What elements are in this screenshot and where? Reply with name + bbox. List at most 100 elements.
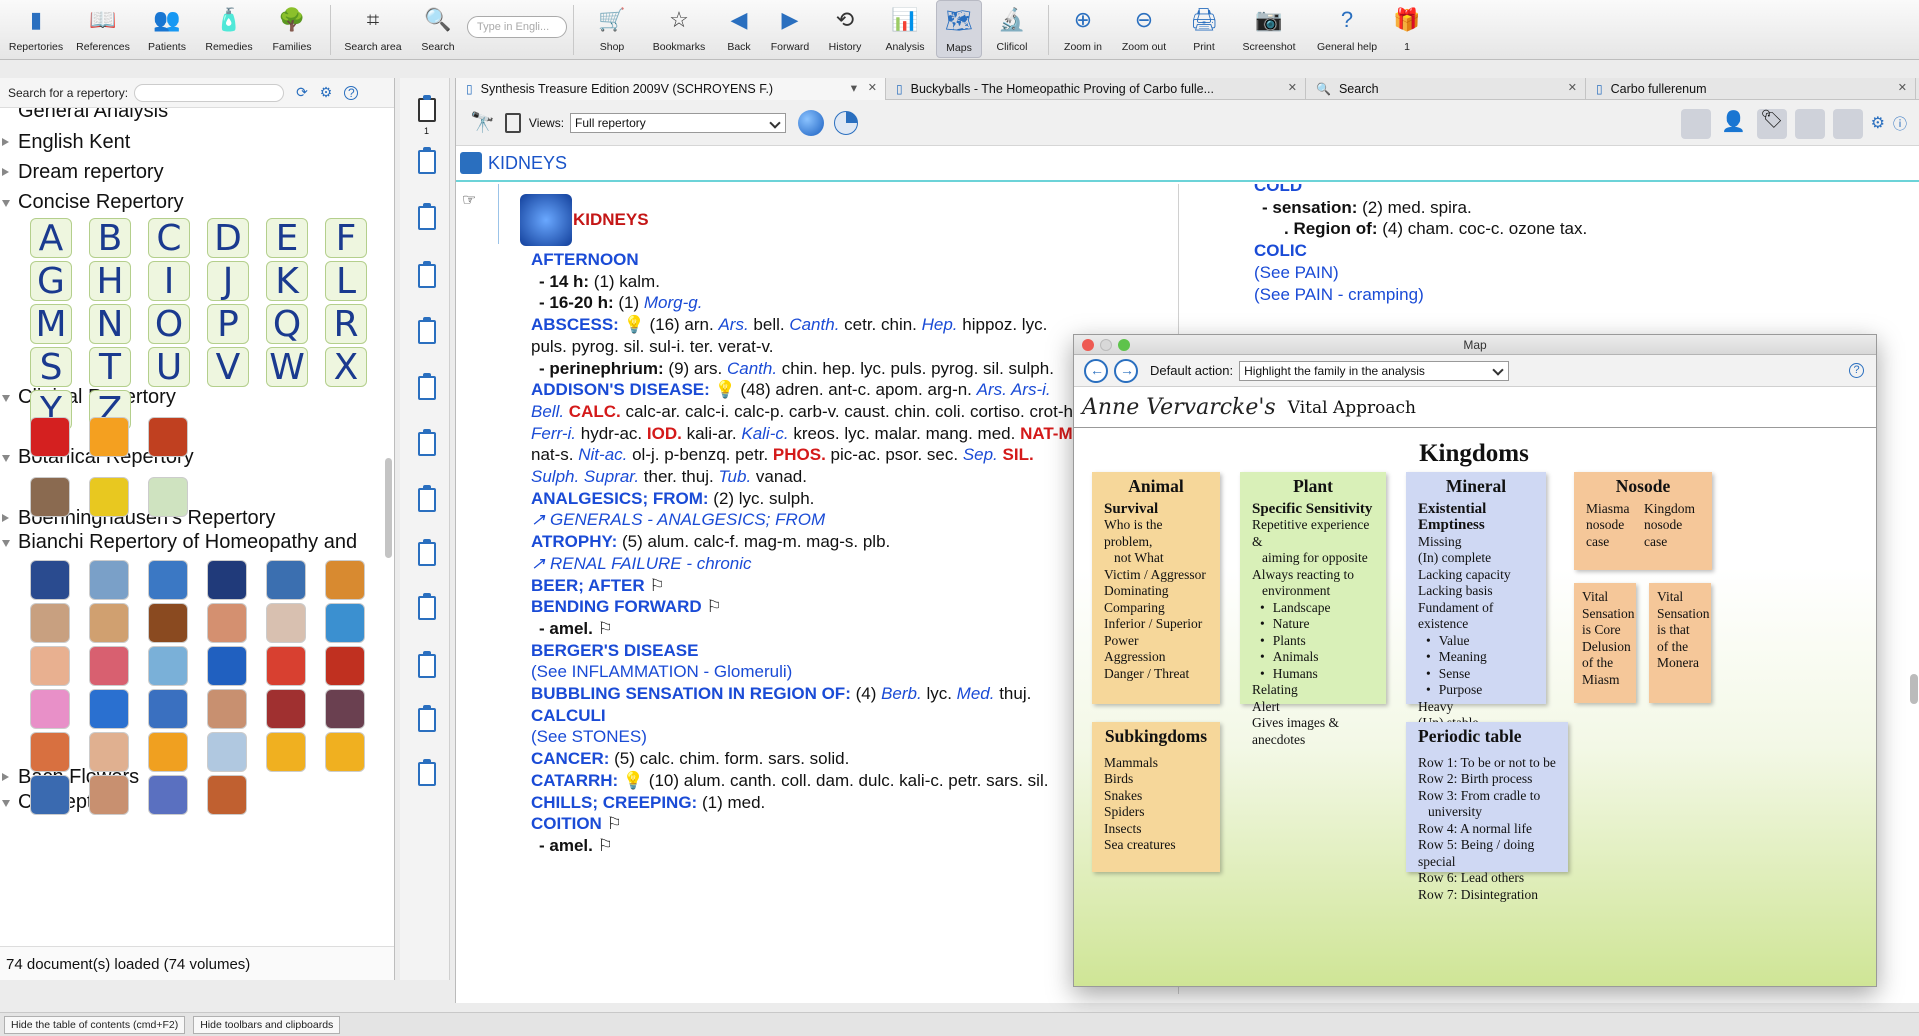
tree-node-general-analysis[interactable]: General Analysis [18,108,168,123]
letter-i-button[interactable]: I [148,261,190,302]
letter-u-button[interactable]: U [148,347,190,388]
digestive-icon[interactable] [266,689,306,729]
letter-r-button[interactable]: R [325,304,367,345]
rubric-line[interactable]: (See PAIN - cramping) [1254,285,1424,305]
collapsed-triangle-icon[interactable] [2,773,9,781]
skin-icon[interactable] [89,603,129,643]
clipboard-icon[interactable] [418,373,436,400]
body-icon[interactable] [207,646,247,686]
rubric-line[interactable]: ADDISON'S DISEASE: 💡 (48) adren. ant-c. … [531,380,1051,400]
general-help-button[interactable]: ? General help [1307,0,1387,58]
hide-toc-button[interactable]: Hide the table of contents (cmd+F2) [4,1015,186,1034]
rubric-line[interactable]: ATROPHY: (5) alum. calc-f. mag-m. mag-s.… [531,532,890,552]
document-scrollbar[interactable] [1910,674,1918,704]
bird-icon[interactable] [325,689,365,729]
rubric-line[interactable]: BUBBLING SENSATION IN REGION OF: (4) Ber… [531,684,1031,704]
clipboard-icon[interactable] [418,759,436,786]
lungs-icon[interactable] [148,646,188,686]
letter-j-button[interactable]: J [207,261,249,302]
rubric-line[interactable]: CHILLS; CREEPING: (1) med. [531,793,765,813]
male-symbol-icon[interactable] [266,732,306,772]
expanded-triangle-icon[interactable] [2,540,10,547]
letter-a-button[interactable]: A [30,218,72,259]
rubric-line[interactable]: ↗ GENERALS - ANALGESICS; FROM [531,510,825,530]
views-dropdown[interactable]: Full repertory [570,112,787,133]
letter-f-button[interactable]: F [325,218,367,259]
tab-3[interactable]: 🔍 Search ✕ [1306,78,1586,100]
search-area-button[interactable]: ⌗ Search area [337,0,409,58]
plant-card[interactable]: Plant Specific Sensitivity Repetitive ex… [1240,472,1386,747]
person-icon[interactable]: 👤 [1719,109,1749,139]
expanded-triangle-icon[interactable] [2,800,10,807]
help-icon[interactable]: ? [344,85,359,100]
neuron-icon[interactable] [207,560,247,600]
globe-icon[interactable] [798,109,825,136]
animal-card[interactable]: Animal Survival Who is the problem, not W… [1092,472,1220,704]
bookmarks-button[interactable]: ☆ Bookmarks [644,0,714,58]
tree-node-english-kent[interactable]: English Kent [2,131,130,154]
clipboard-icon[interactable] [418,95,436,122]
maps-button[interactable]: 🗺 Maps [936,0,982,58]
toolbar-search-field[interactable]: Type in Engli... [467,16,567,38]
rubric-line[interactable]: BERGER'S DISEASE [531,641,698,661]
flower-icon[interactable] [89,477,129,517]
rubric-line[interactable]: - perinephrium: (9) ars. Canth. chin. he… [539,359,1054,379]
clipboard-icon[interactable] [418,317,436,344]
left-scrollbar[interactable] [385,458,392,558]
joint-icon[interactable] [30,775,70,815]
rubric-line[interactable]: Sulph. Suprar. ther. thuj. Tub. vanad. [531,467,807,487]
gear-icon[interactable]: ⚙ [1871,109,1885,139]
collapsed-triangle-icon[interactable] [2,514,9,522]
rubric-line[interactable]: (See PAIN) [1254,263,1339,283]
rubric-line[interactable]: nat-s. Nit-ac. ol-j. p-benzq. petr. PHOS… [531,445,1034,465]
zoom-button[interactable] [1118,339,1130,351]
letter-k-button[interactable]: K [266,261,308,302]
collapsed-triangle-icon[interactable] [2,138,9,146]
rubric-line[interactable]: Bell. CALC. calc-ar. calc-i. calc-p. car… [531,402,1078,422]
puzzle-icon[interactable] [30,417,70,457]
tab-1[interactable]: ▯ Synthesis Treasure Edition 2009V (SCHRO… [456,78,886,100]
families-button[interactable]: 🌳 Families [260,0,324,58]
person-icon[interactable] [207,775,247,815]
clipboard-icon[interactable] [418,593,436,620]
rubric-line[interactable]: - sensation: (2) med. spira. [1262,198,1472,218]
page-view-icon[interactable] [1832,109,1863,139]
blood-icon[interactable] [325,646,365,686]
tag-icon[interactable]: 🏷 [1756,109,1787,139]
magnifier-icon[interactable] [148,477,188,517]
close-button[interactable] [1082,339,1094,351]
clipboard-icon[interactable] [418,651,436,678]
screenshot-button[interactable]: 📷 Screenshot [1231,0,1307,58]
torso-icon[interactable] [148,689,188,729]
close-tab-icon[interactable]: ✕ [1288,81,1297,94]
rubric-line[interactable]: - 14 h: (1) kalm. [539,272,660,292]
letter-e-button[interactable]: E [266,218,308,259]
chevron-down-icon[interactable]: ▾ [851,80,857,95]
letter-s-button[interactable]: S [30,347,72,388]
pie-icon[interactable] [834,110,859,135]
nose-icon[interactable] [30,646,70,686]
zoom-out-button[interactable]: ⊖ Zoom out [1111,0,1177,58]
help-icon[interactable]: ⓘ [1893,109,1907,139]
rubric-line[interactable]: puls. pyrog. sil. sul-i. ter. verat-v. [531,337,773,357]
remedies-button[interactable]: 🧴 Remedies [198,0,260,58]
letter-c-button[interactable]: C [148,218,190,259]
intestine-icon[interactable] [30,732,70,772]
forward-button[interactable]: ▶ Forward [764,0,816,58]
letter-t-button[interactable]: T [89,347,131,388]
food-icon[interactable] [148,732,188,772]
rubric-line[interactable]: COLIC [1254,241,1307,261]
subkingdoms-card[interactable]: Subkingdoms Mammals Birds Snakes Spiders Ins… [1092,722,1220,872]
clificol-button[interactable]: 🔬 Clificol [982,0,1042,58]
letter-l-button[interactable]: L [325,261,367,302]
rubric-line[interactable]: - 16-20 h: (1) Morg-g. [539,293,702,313]
refresh-icon[interactable]: ⟳ [296,84,308,101]
vital-sensation-miasm-card[interactable]: Vital Sensation is Core Delusion of the … [1574,583,1636,703]
nosode-card[interactable]: Nosode Miasma nosode case Kingdom nosode… [1574,472,1712,570]
repertory-search-input[interactable] [134,83,285,102]
cells-icon[interactable] [30,689,70,729]
references-button[interactable]: 📖 References [70,0,136,58]
clipboard-icon[interactable] [418,705,436,732]
rubric-line[interactable]: - amel. ⚐ [539,619,613,639]
periodic-table-card[interactable]: Periodic table Row 1: To be or not to be… [1406,722,1568,902]
